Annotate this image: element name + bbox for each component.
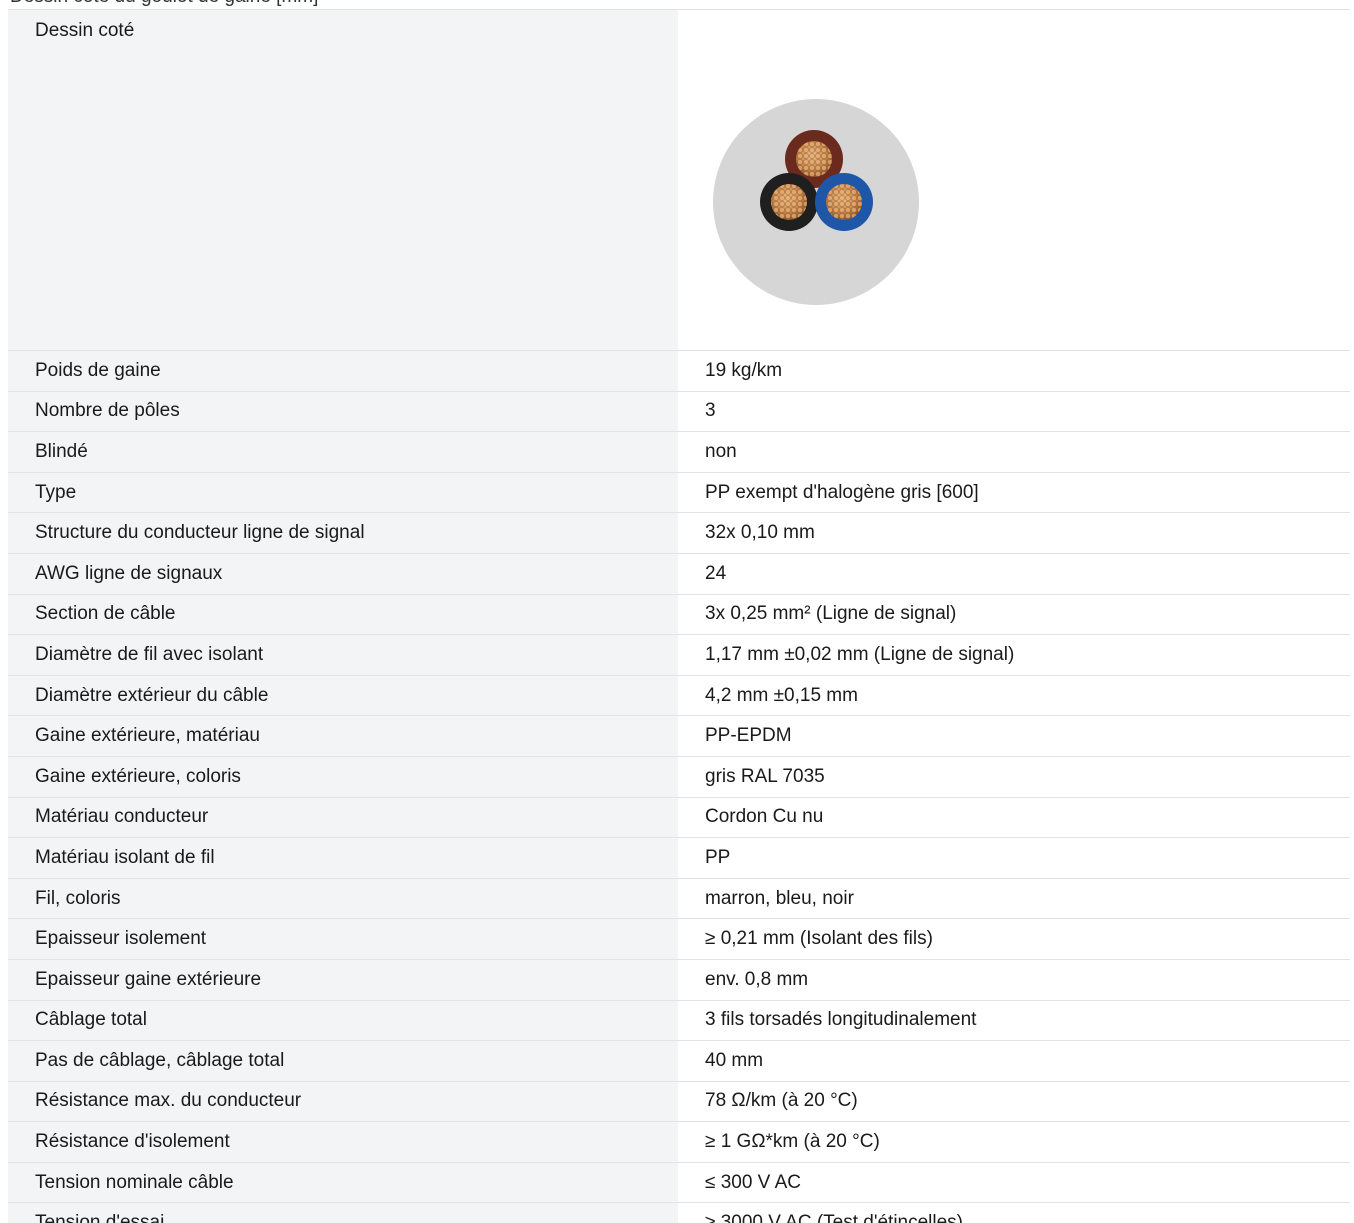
row-label: Gaine extérieure, matériau [8,715,678,757]
table-row: Structure du conducteur ligne de signal 3… [8,512,1350,554]
row-label: Tension nominale câble [8,1162,678,1204]
row-value: ≤ 300 V AC [678,1162,1350,1204]
row-value: 1,17 mm ±0,02 mm (Ligne de signal) [678,634,1350,676]
spec-table: Dessin coté Poids de gaine 19 kg/km Nomb… [8,10,1350,1223]
spec-rows: Poids de gaine 19 kg/km Nombre de pôles 3 Bl… [8,350,1350,1223]
row-label: Tension d'essai [8,1202,678,1223]
row-label: AWG ligne de signaux [8,553,678,595]
cable-cross-section-svg [713,99,919,305]
row-label: Poids de gaine [8,350,678,392]
table-row: Diamètre extérieur du câble 4,2 mm ±0,15 … [8,675,1350,717]
drawing-row: Dessin coté [8,10,1350,351]
table-row: Câblage total 3 fils torsadés longitudina… [8,1000,1350,1042]
table-row: Poids de gaine 19 kg/km [8,350,1350,392]
row-value: ≥ 3000 V AC (Test d'étincelles) [678,1202,1350,1223]
row-value: 19 kg/km [678,350,1350,392]
row-label: Type [8,472,678,514]
table-row: Diamètre de fil avec isolant 1,17 mm ±0,0… [8,634,1350,676]
row-value: 3x 0,25 mm² (Ligne de signal) [678,594,1350,636]
table-row: Tension d'essai ≥ 3000 V AC (Test d'étinc… [8,1202,1350,1223]
row-label: Section de câble [8,594,678,636]
row-label: Blindé [8,431,678,473]
table-row: Résistance d'isolement ≥ 1 GΩ*km (à 20 °C… [8,1121,1350,1163]
row-label: Résistance d'isolement [8,1121,678,1163]
row-value: PP-EPDM [678,715,1350,757]
table-row: Epaisseur gaine extérieure env. 0,8 mm [8,959,1350,1001]
table-row: Gaine extérieure, matériau PP-EPDM [8,715,1350,757]
table-row: Epaisseur isolement ≥ 0,21 mm (Isolant de… [8,918,1350,960]
row-value: Cordon Cu nu [678,797,1350,839]
table-row: AWG ligne de signaux 24 [8,553,1350,595]
row-value: 3 fils torsadés longitudinalement [678,1000,1350,1042]
drawing-cell [678,10,1350,351]
row-value: ≥ 0,21 mm (Isolant des fils) [678,918,1350,960]
table-row: Résistance max. du conducteur 78 Ω/km (à … [8,1081,1350,1123]
row-value: 78 Ω/km (à 20 °C) [678,1081,1350,1123]
row-label: Structure du conducteur ligne de signal [8,512,678,554]
row-label: Câblage total [8,1000,678,1042]
row-value: 4,2 mm ±0,15 mm [678,675,1350,717]
table-row: Gaine extérieure, coloris gris RAL 7035 [8,756,1350,798]
row-label: Matériau conducteur [8,797,678,839]
row-value: ≥ 1 GΩ*km (à 20 °C) [678,1121,1350,1163]
row-value: marron, bleu, noir [678,878,1350,920]
table-row: Section de câble 3x 0,25 mm² (Ligne de si… [8,594,1350,636]
row-value: 40 mm [678,1040,1350,1082]
row-label: Gaine extérieure, coloris [8,756,678,798]
row-label: Epaisseur isolement [8,918,678,960]
row-value: PP exempt d'halogène gris [600] [678,472,1350,514]
table-row: Tension nominale câble ≤ 300 V AC [8,1162,1350,1204]
cable-cross-section-icon [713,99,919,305]
row-value: env. 0,8 mm [678,959,1350,1001]
table-row: Type PP exempt d'halogène gris [600] [8,472,1350,514]
table-row: Fil, coloris marron, bleu, noir [8,878,1350,920]
row-value: PP [678,837,1350,879]
table-row: Blindé non [8,431,1350,473]
table-row: Matériau isolant de fil PP [8,837,1350,879]
row-label: Epaisseur gaine extérieure [8,959,678,1001]
row-label: Nombre de pôles [8,391,678,433]
table-row: Matériau conducteur Cordon Cu nu [8,797,1350,839]
row-label: Diamètre extérieur du câble [8,675,678,717]
row-label: Matériau isolant de fil [8,837,678,879]
row-label: Fil, coloris [8,878,678,920]
row-value: 24 [678,553,1350,595]
clipped-section-heading: Dessin coté du goulot de gaine [mm] [10,0,318,8]
row-value: non [678,431,1350,473]
table-row: Nombre de pôles 3 [8,391,1350,433]
drawing-label: Dessin coté [8,10,678,351]
row-label: Pas de câblage, câblage total [8,1040,678,1082]
row-label: Diamètre de fil avec isolant [8,634,678,676]
table-row: Pas de câblage, câblage total 40 mm [8,1040,1350,1082]
row-value: gris RAL 7035 [678,756,1350,798]
row-value: 3 [678,391,1350,433]
row-value: 32x 0,10 mm [678,512,1350,554]
row-label: Résistance max. du conducteur [8,1081,678,1123]
